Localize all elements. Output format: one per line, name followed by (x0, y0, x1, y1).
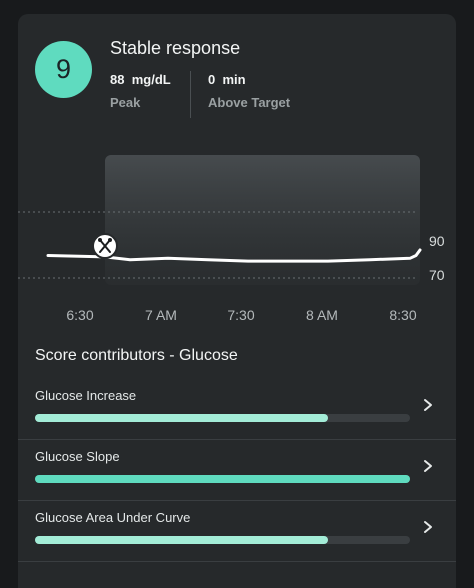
x-tick-label: 8 AM (306, 307, 338, 323)
score-value: 9 (55, 54, 72, 84)
glucose-chart: 90 70 6:30 7 AM 7:30 8 AM 8:30 (18, 155, 445, 323)
chevron-right-icon (424, 521, 432, 533)
above-target-label: Above Target (208, 95, 291, 110)
row-divider (18, 561, 456, 562)
x-tick-label: 8:30 (389, 307, 416, 323)
row-divider (18, 500, 456, 501)
contributor-label: Glucose Slope (35, 449, 120, 464)
contributor-bar-fill (35, 414, 328, 422)
contributor-bar-track (35, 414, 410, 422)
contributor-bar-fill (35, 475, 410, 483)
contributor-bar-track (35, 536, 410, 544)
y-tick-label: 70 (429, 267, 445, 283)
above-target-unit: min (222, 72, 246, 87)
chevron-right-icon (424, 399, 432, 411)
x-tick-label: 7 AM (145, 307, 177, 323)
above-target-value: 0 (208, 72, 216, 87)
response-title: Stable response (110, 38, 241, 58)
contributor-bar-track (35, 475, 410, 483)
y-tick-label: 90 (429, 233, 445, 249)
peak-value: 88 (110, 72, 125, 87)
x-tick-label: 6:30 (66, 307, 93, 323)
contributor-label: Glucose Increase (35, 388, 137, 403)
meal-marker[interactable] (92, 233, 118, 259)
glucose-response-card: 9 Stable response 88 mg/dL Peak 0 min Ab… (18, 14, 456, 588)
above-target-metric: 0 min (208, 72, 246, 87)
post-meal-highlight-region (105, 155, 420, 285)
peak-metric: 88 mg/dL (110, 72, 171, 87)
peak-label: Peak (110, 95, 141, 110)
metric-divider (190, 71, 191, 118)
row-divider (18, 439, 456, 440)
contributor-label: Glucose Area Under Curve (35, 510, 191, 525)
score-badge: 9 (35, 41, 92, 98)
contributor-bar-fill (35, 536, 328, 544)
chevron-right-icon (424, 460, 432, 472)
score-contributors-title: Score contributors - Glucose (35, 347, 238, 364)
x-tick-label: 7:30 (227, 307, 254, 323)
peak-unit: mg/dL (131, 72, 171, 87)
